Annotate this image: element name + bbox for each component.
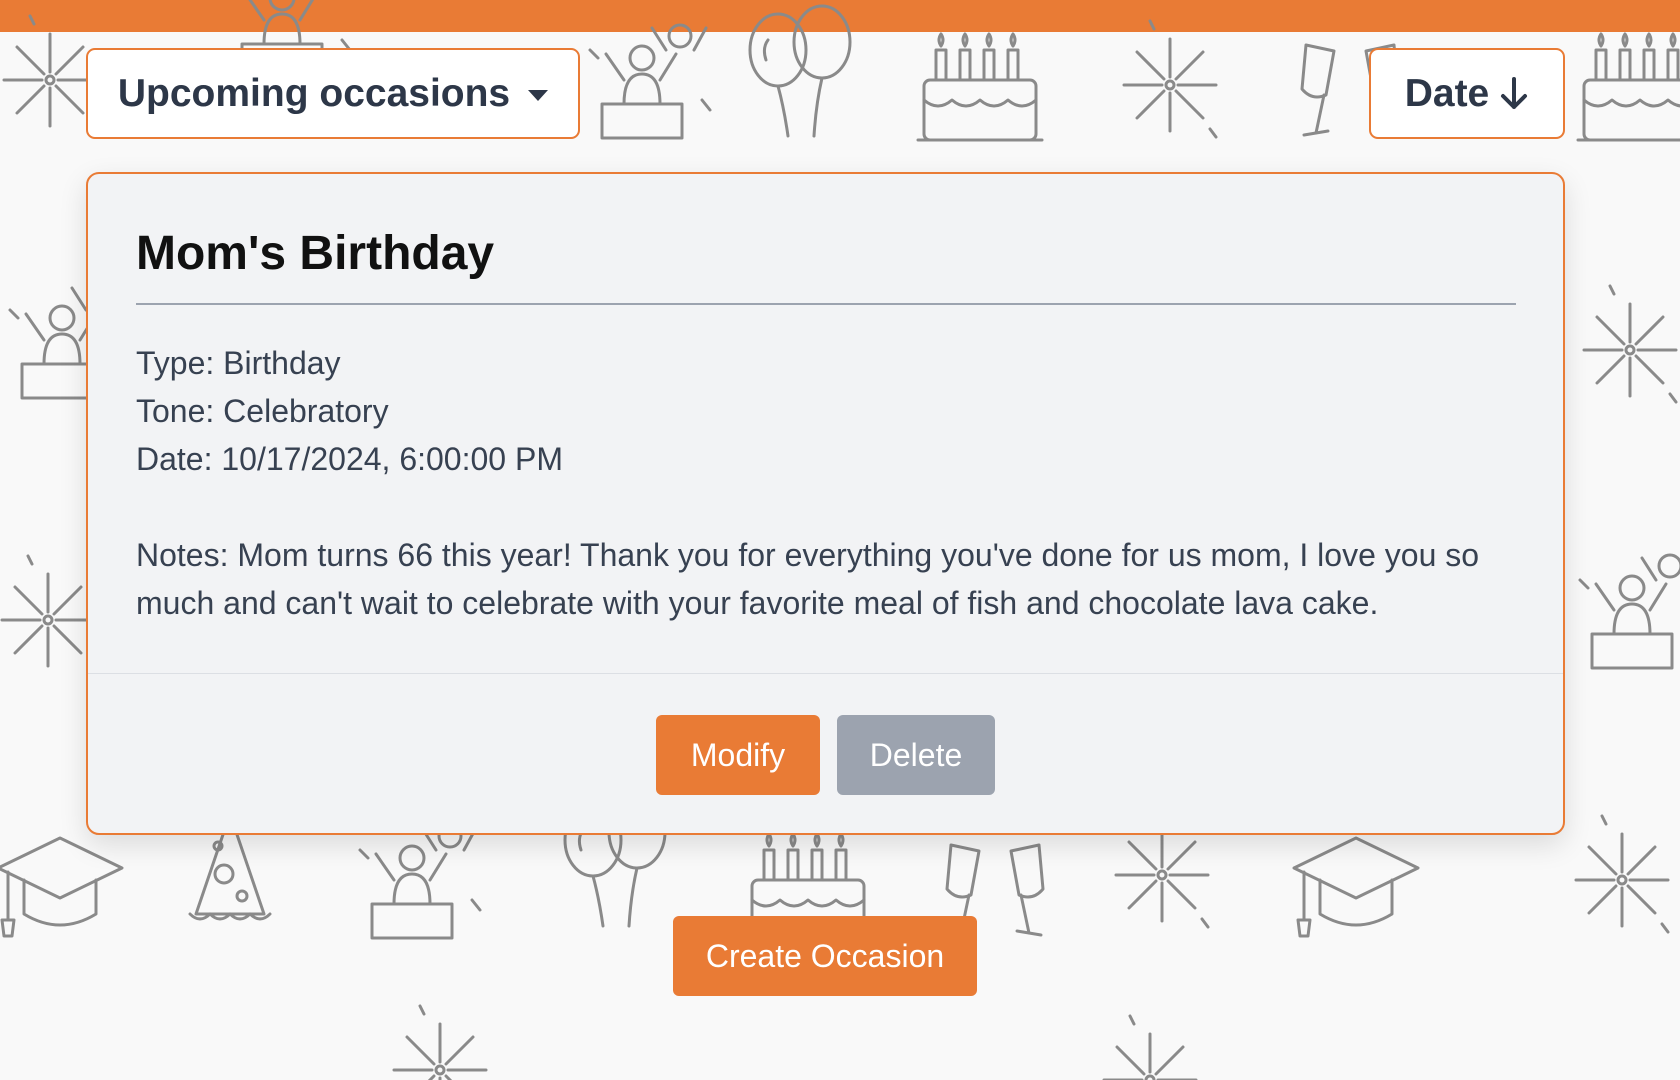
occasion-notes: Notes: Mom turns 66 this year! Thank you… [136,537,1480,621]
card-footer-divider [88,673,1563,674]
modify-button[interactable]: Modify [656,715,820,795]
occasion-title: Mom's Birthday [136,227,495,280]
occasion-tone: Tone: Celebratory [136,393,389,429]
delete-button[interactable]: Delete [837,715,995,795]
occasion-filter-label: Upcoming occasions [117,71,511,115]
occasion-type: Type: Birthday [136,345,341,381]
sort-label: Date [1404,71,1490,115]
caret-down-icon [528,90,549,101]
occasion-date: Date: 10/17/2024, 6:00:00 PM [136,441,563,477]
title-divider [136,303,1516,305]
create-occasion-button[interactable]: Create Occasion [673,916,977,996]
sort-by-date-button[interactable]: Date [1369,48,1565,139]
arrow-down-icon [1501,76,1528,109]
occasion-filter-dropdown[interactable]: Upcoming occasions [86,48,580,139]
occasion-card: Mom's Birthday Type: Birthday Tone: Cele… [86,172,1565,835]
